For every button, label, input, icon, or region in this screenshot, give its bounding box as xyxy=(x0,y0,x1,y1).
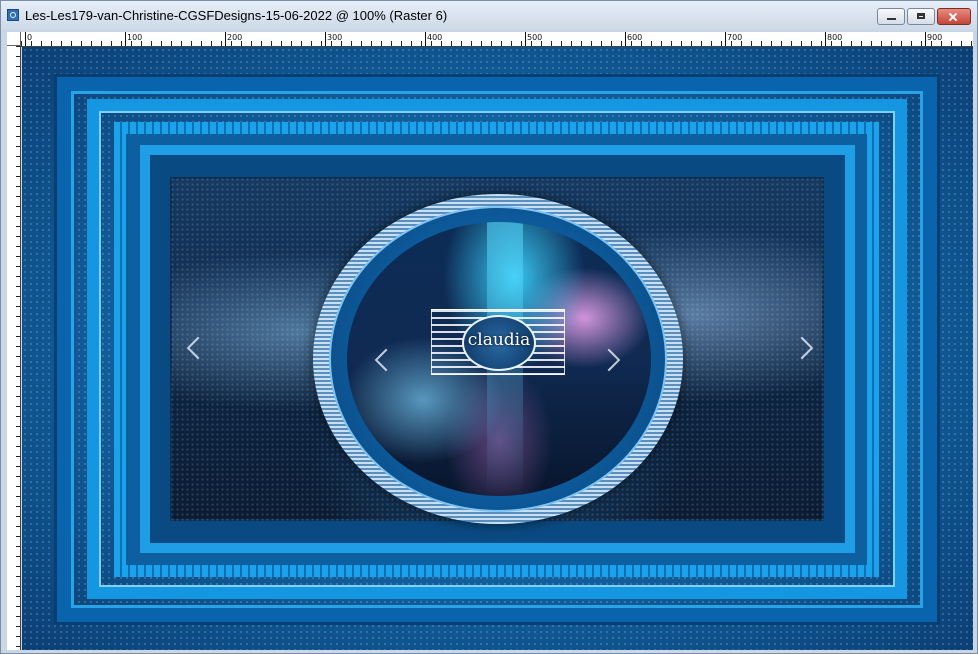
ruler-major-tick xyxy=(825,32,826,46)
ruler-major-tick xyxy=(425,32,426,46)
document-window: Les-Les179-van-Christine-CGSFDesigns-15-… xyxy=(0,0,978,654)
watermark-seal: claudia xyxy=(462,315,536,371)
ruler-label-800: 800 xyxy=(827,33,843,42)
ruler-label-300: 300 xyxy=(327,33,343,42)
ruler-label-900: 900 xyxy=(927,33,943,42)
chevron-right-icon xyxy=(790,336,814,360)
horizontal-ruler[interactable]: 0 100 200 300 400 500 600 700 800 900 xyxy=(21,32,973,47)
ruler-corner xyxy=(7,32,21,46)
ruler-label-700: 700 xyxy=(727,33,743,42)
ruler-major-tick xyxy=(25,32,26,46)
ruler-major-tick xyxy=(225,32,226,46)
ruler-label-100: 100 xyxy=(127,33,143,42)
psp-document-icon[interactable] xyxy=(7,9,19,21)
ruler-major-tick xyxy=(125,32,126,46)
minimize-button[interactable] xyxy=(877,8,905,25)
ruler-major-tick xyxy=(525,32,526,46)
ruler-label-200: 200 xyxy=(227,33,243,42)
maximize-button[interactable] xyxy=(907,8,935,25)
ruler-major-tick xyxy=(725,32,726,46)
image-canvas[interactable]: claudia xyxy=(22,47,973,650)
ruler-label-600: 600 xyxy=(627,33,643,42)
title-bar[interactable]: Les-Les179-van-Christine-CGSFDesigns-15-… xyxy=(1,1,977,30)
window-title: Les-Les179-van-Christine-CGSFDesigns-15-… xyxy=(25,8,448,23)
claudia-watermark: claudia xyxy=(431,309,565,375)
ruler-label-400: 400 xyxy=(427,33,443,42)
close-button[interactable] xyxy=(937,8,971,25)
watermark-text: claudia xyxy=(467,330,531,350)
ruler-major-tick xyxy=(625,32,626,46)
ruler-label-500: 500 xyxy=(527,33,543,42)
chevron-left-icon xyxy=(186,336,210,360)
vertical-ruler[interactable] xyxy=(7,46,21,650)
ruler-major-tick xyxy=(325,32,326,46)
ruler-major-tick xyxy=(925,32,926,46)
ruler-label-0: 0 xyxy=(27,33,33,42)
